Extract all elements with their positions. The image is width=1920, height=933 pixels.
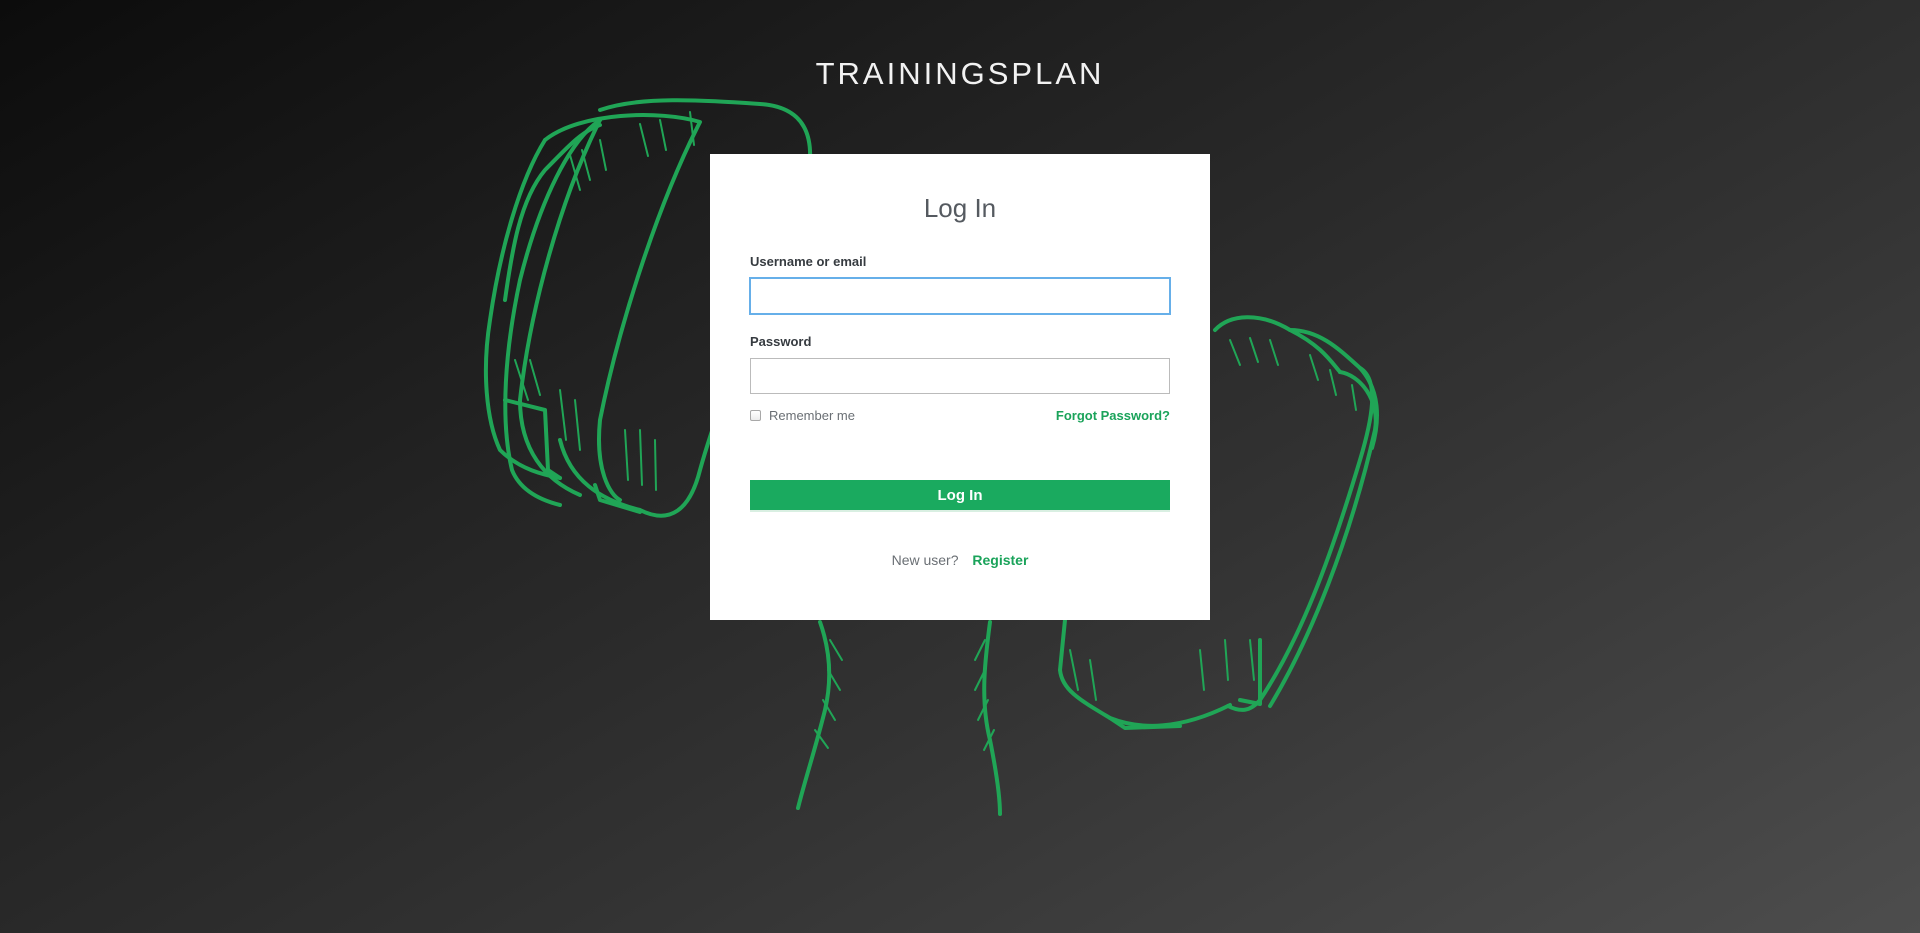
username-label: Username or email	[750, 254, 867, 269]
remember-me-checkbox[interactable]	[750, 410, 761, 421]
password-label: Password	[750, 334, 812, 349]
login-button[interactable]: Log In	[750, 480, 1170, 512]
app-title: TRAININGSPLAN	[815, 56, 1105, 91]
forgot-password-link[interactable]: Forgot Password?	[1056, 408, 1170, 423]
remember-me-label: Remember me	[769, 408, 855, 423]
login-card: Log In Username or email Password Rememb…	[710, 154, 1210, 620]
remember-me[interactable]: Remember me	[750, 408, 855, 423]
register-row: New user? Register	[750, 552, 1170, 568]
login-options-row: Remember me Forgot Password?	[750, 408, 1170, 428]
register-link[interactable]: Register	[972, 552, 1028, 568]
login-heading: Log In	[923, 193, 997, 223]
password-input[interactable]	[750, 358, 1170, 394]
new-user-text: New user?	[891, 552, 959, 568]
username-input[interactable]	[750, 278, 1170, 314]
